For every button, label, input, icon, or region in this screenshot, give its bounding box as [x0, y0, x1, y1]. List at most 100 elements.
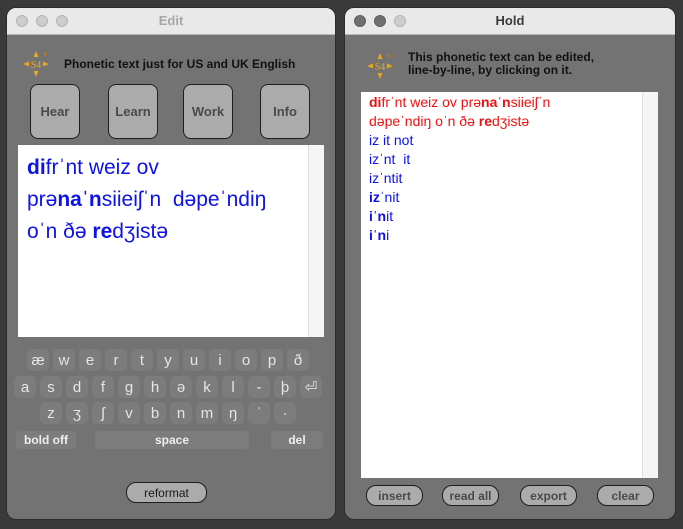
- key-p[interactable]: p: [261, 349, 283, 371]
- key-e[interactable]: e: [79, 349, 101, 371]
- key-ʃ[interactable]: ʃ: [92, 402, 114, 424]
- text-segment: frˈnt weiz ov: [45, 156, 159, 179]
- del-key[interactable]: del: [271, 431, 323, 449]
- editor-line[interactable]: oˈn ðə redʒistə: [27, 216, 324, 248]
- text-segment: iz it not: [369, 132, 414, 148]
- hold-window-title: Hold: [495, 13, 525, 28]
- key-ə[interactable]: ə: [170, 376, 192, 398]
- insert-button[interactable]: insert: [366, 485, 423, 506]
- edit-titlebar[interactable]: Edit: [7, 8, 335, 35]
- hold-line[interactable]: difrˈnt weiz ov prənaˈnsiieiʃˈn: [369, 93, 658, 112]
- reformat-button[interactable]: reformat: [126, 482, 207, 503]
- text-segment: oˈn ðə: [27, 220, 93, 243]
- hold-scrollbar[interactable]: [642, 92, 658, 478]
- key-a[interactable]: a: [14, 376, 36, 398]
- minimize-window-button[interactable]: [374, 15, 386, 27]
- clear-button[interactable]: clear: [597, 485, 654, 506]
- bold-off-key[interactable]: bold off: [16, 431, 76, 449]
- key-s[interactable]: s: [40, 376, 62, 398]
- key-l[interactable]: l: [222, 376, 244, 398]
- key--[interactable]: -: [248, 376, 270, 398]
- return-key[interactable]: ⏎: [300, 376, 322, 398]
- key-m[interactable]: m: [196, 402, 218, 424]
- hold-text-list[interactable]: difrˈnt weiz ov prənaˈnsiieiʃˈn dəpeˈndiŋ…: [361, 92, 658, 478]
- learn-button[interactable]: Learn: [108, 84, 158, 139]
- close-window-button[interactable]: [16, 15, 28, 27]
- export-button[interactable]: export: [520, 485, 577, 506]
- key-k[interactable]: k: [196, 376, 218, 398]
- key-b[interactable]: b: [144, 402, 166, 424]
- hold-line[interactable]: izˈntit: [369, 169, 658, 188]
- read-all-button[interactable]: read all: [442, 485, 499, 506]
- s4-logo-icon: S4: [22, 50, 50, 78]
- text-segment: i: [386, 227, 390, 243]
- key-ŋ[interactable]: ŋ: [222, 402, 244, 424]
- key-ð[interactable]: ð: [287, 349, 309, 371]
- key-·[interactable]: ·: [274, 402, 296, 424]
- edit-window: Edit S4 Phonetic text just for US and UK…: [7, 8, 335, 519]
- key-i[interactable]: i: [209, 349, 231, 371]
- key-g[interactable]: g: [118, 376, 140, 398]
- editor-scrollbar[interactable]: [308, 145, 324, 337]
- hold-line[interactable]: iˈnit: [369, 207, 658, 226]
- key-f[interactable]: f: [92, 376, 114, 398]
- text-segment: dʒistə: [492, 113, 530, 129]
- bold-segment: di: [369, 94, 382, 110]
- phonetic-text-editor[interactable]: difrˈnt weiz ov prənaˈnsiieiʃˈn dəpeˈndiŋ…: [18, 145, 324, 337]
- hear-button[interactable]: Hear: [30, 84, 80, 139]
- bold-segment: iz: [369, 189, 380, 205]
- bold-segment: iˈn: [369, 227, 387, 243]
- bold-segment: re: [92, 220, 113, 243]
- key-þ[interactable]: þ: [274, 376, 296, 398]
- key-v[interactable]: v: [118, 402, 140, 424]
- info-button[interactable]: Info: [260, 84, 310, 139]
- key-u[interactable]: u: [183, 349, 205, 371]
- key-ˈ[interactable]: ˈ: [248, 402, 270, 424]
- hold-line[interactable]: izˈnit: [369, 188, 658, 207]
- hold-titlebar[interactable]: Hold: [345, 8, 675, 35]
- key-y[interactable]: y: [157, 349, 179, 371]
- hold-header-text: This phonetic text can be edited, line-b…: [408, 51, 594, 77]
- key-o[interactable]: o: [235, 349, 257, 371]
- text-segment: izˈntit: [369, 170, 403, 186]
- text-segment: siieiʃˈn dəpeˈndiŋ: [101, 188, 267, 211]
- text-segment: prə: [27, 188, 58, 211]
- space-key[interactable]: space: [95, 431, 249, 449]
- hold-line[interactable]: iz it not: [369, 131, 658, 150]
- work-button[interactable]: Work: [183, 84, 233, 139]
- text-segment: it: [386, 208, 394, 224]
- bold-segment: di: [27, 156, 46, 179]
- text-segment: frˈnt weiz ov prə: [381, 94, 482, 110]
- key-d[interactable]: d: [66, 376, 88, 398]
- close-window-button[interactable]: [354, 15, 366, 27]
- hold-window: Hold S4 This phonetic text can be edited…: [345, 8, 675, 519]
- key-z[interactable]: z: [40, 402, 62, 424]
- bold-segment: iˈn: [369, 208, 387, 224]
- minimize-window-button[interactable]: [36, 15, 48, 27]
- keyboard-row-3: z ʒ ʃ v b n m ŋ ˈ ·: [40, 402, 296, 424]
- hold-header-line-2: line-by-line, by clicking on it.: [408, 63, 573, 77]
- key-n[interactable]: n: [170, 402, 192, 424]
- editor-line[interactable]: difrˈnt weiz ov: [27, 152, 324, 184]
- hold-line[interactable]: dəpeˈndiŋ oˈn ðə redʒistə: [369, 112, 658, 131]
- key-w[interactable]: w: [53, 349, 75, 371]
- hold-line[interactable]: izˈnt it: [369, 150, 658, 169]
- key-æ[interactable]: æ: [27, 349, 49, 371]
- hold-text-content: difrˈnt weiz ov prənaˈnsiieiʃˈn dəpeˈndiŋ…: [361, 92, 658, 245]
- bold-segment: naˈn: [57, 188, 102, 211]
- hold-line[interactable]: iˈni: [369, 226, 658, 245]
- text-segment: dʒistə: [112, 220, 169, 243]
- key-h[interactable]: h: [144, 376, 166, 398]
- key-ʒ[interactable]: ʒ: [66, 402, 88, 424]
- text-segment: siieiʃˈn: [510, 94, 551, 110]
- phonetic-text-content[interactable]: difrˈnt weiz ov prənaˈnsiieiʃˈn dəpeˈndiŋ…: [18, 145, 324, 248]
- edit-window-title: Edit: [158, 13, 184, 28]
- key-r[interactable]: r: [105, 349, 127, 371]
- key-t[interactable]: t: [131, 349, 153, 371]
- text-segment: ˈnit: [379, 189, 400, 205]
- editor-line[interactable]: prənaˈnsiieiʃˈn dəpeˈndiŋ: [27, 184, 324, 216]
- bold-segment: re: [478, 113, 492, 129]
- zoom-window-button[interactable]: [394, 15, 406, 27]
- zoom-window-button[interactable]: [56, 15, 68, 27]
- svg-text:S4: S4: [375, 62, 386, 73]
